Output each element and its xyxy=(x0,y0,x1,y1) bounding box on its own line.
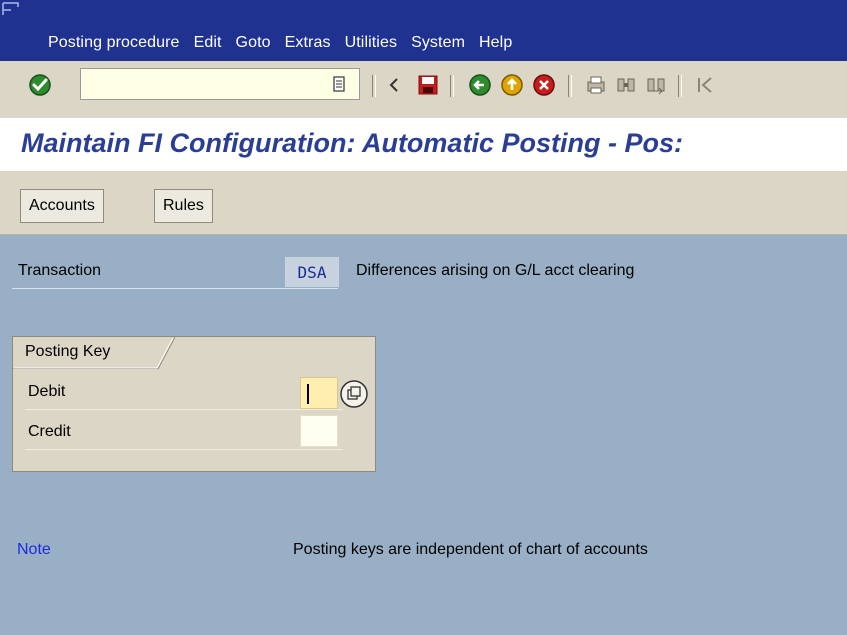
standard-toolbar xyxy=(0,61,847,118)
first-page-icon xyxy=(698,77,712,93)
menu-help[interactable]: Help xyxy=(479,34,512,52)
toolbar-separator xyxy=(568,75,572,97)
print-icon xyxy=(587,76,605,94)
debit-posting-key-input[interactable] xyxy=(300,377,338,409)
divider xyxy=(25,409,343,410)
exit-icon xyxy=(501,74,523,96)
transaction-description: Differences arising on G/L acct clearing xyxy=(356,262,635,279)
cancel-button[interactable] xyxy=(528,69,560,101)
menu-utilities[interactable]: Utilities xyxy=(345,34,397,52)
dropdown-icon[interactable] xyxy=(330,75,348,93)
find-next-button[interactable] xyxy=(640,69,672,101)
possible-entries-icon[interactable] xyxy=(339,379,369,409)
menu-bar: Posting procedure Edit Goto Extras Utili… xyxy=(0,0,847,61)
note-label: Note xyxy=(17,541,51,558)
back-arrow-button[interactable] xyxy=(384,69,404,101)
menu-edit[interactable]: Edit xyxy=(194,34,222,52)
menu-extras[interactable]: Extras xyxy=(285,34,331,52)
back-button[interactable] xyxy=(464,69,496,101)
save-icon xyxy=(418,75,438,95)
credit-posting-key-input[interactable] xyxy=(300,415,338,447)
transaction-code-field: DSA xyxy=(285,257,339,287)
window-menu-icon[interactable] xyxy=(2,2,20,18)
first-page-button[interactable] xyxy=(690,69,722,101)
divider xyxy=(12,288,338,289)
toolbar-separator xyxy=(678,75,682,97)
save-button[interactable] xyxy=(412,69,444,101)
application-toolbar: Accounts Rules xyxy=(0,171,847,235)
menu-system[interactable]: System xyxy=(411,34,465,52)
rules-button[interactable]: Rules xyxy=(154,189,213,223)
text-cursor xyxy=(307,384,309,404)
debit-label: Debit xyxy=(28,383,66,400)
find-next-icon xyxy=(647,78,665,95)
toolbar-separator xyxy=(372,75,376,97)
menu-goto[interactable]: Goto xyxy=(236,34,271,52)
find-button[interactable] xyxy=(610,69,642,101)
cancel-icon xyxy=(533,74,555,96)
toolbar-separator xyxy=(450,75,454,97)
credit-label: Credit xyxy=(28,423,71,440)
print-button[interactable] xyxy=(580,69,612,101)
back-icon xyxy=(469,74,491,96)
menu-posting-procedure[interactable]: Posting procedure xyxy=(48,34,180,52)
posting-key-group: Posting Key Debit Credit xyxy=(12,336,376,472)
transaction-label: Transaction xyxy=(18,262,101,279)
command-field[interactable] xyxy=(80,68,360,100)
title-bar: Maintain FI Configuration: Automatic Pos… xyxy=(0,118,847,171)
divider xyxy=(25,449,343,450)
enter-icon xyxy=(29,74,51,96)
find-icon xyxy=(617,78,635,92)
menu-items: Posting procedure Edit Goto Extras Utili… xyxy=(48,34,526,52)
exit-button[interactable] xyxy=(496,69,528,101)
back-arrow-icon xyxy=(389,78,398,92)
posting-key-title: Posting Key xyxy=(25,343,111,360)
note-text: Posting keys are independent of chart of… xyxy=(293,541,648,558)
accounts-button[interactable]: Accounts xyxy=(20,189,104,223)
page-title: Maintain FI Configuration: Automatic Pos… xyxy=(21,128,683,158)
enter-button[interactable] xyxy=(24,69,56,101)
